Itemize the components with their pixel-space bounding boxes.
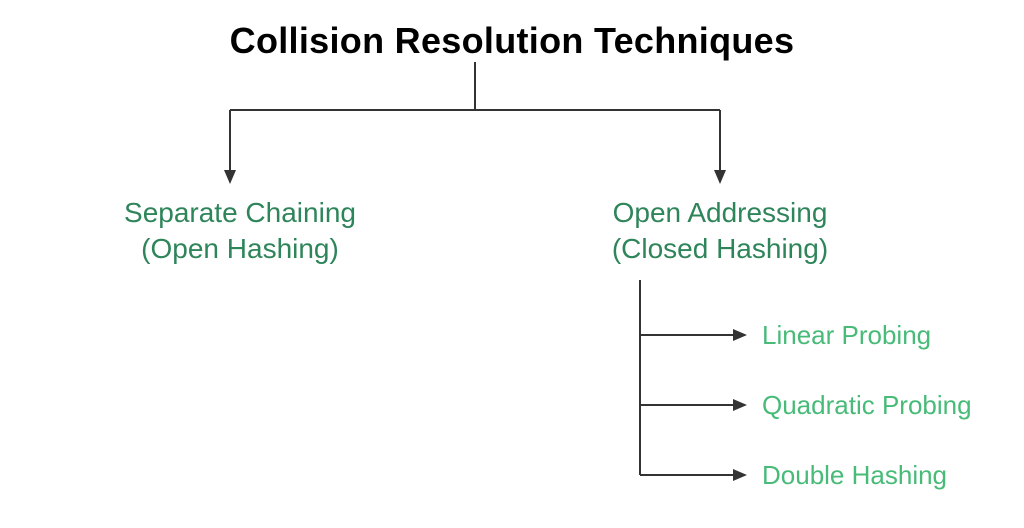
open-addressing-line2: (Closed Hashing) bbox=[575, 231, 865, 267]
separate-chaining-line1: Separate Chaining bbox=[95, 195, 385, 231]
leaf-linear-probing: Linear Probing bbox=[762, 320, 931, 351]
leaf-double-hashing: Double Hashing bbox=[762, 460, 947, 491]
separate-chaining-line2: (Open Hashing) bbox=[95, 231, 385, 267]
leaf-quadratic-probing: Quadratic Probing bbox=[762, 390, 972, 421]
branch-separate-chaining: Separate Chaining (Open Hashing) bbox=[95, 195, 385, 267]
diagram-title: Collision Resolution Techniques bbox=[0, 20, 1024, 62]
open-addressing-line1: Open Addressing bbox=[575, 195, 865, 231]
branch-open-addressing: Open Addressing (Closed Hashing) bbox=[575, 195, 865, 267]
